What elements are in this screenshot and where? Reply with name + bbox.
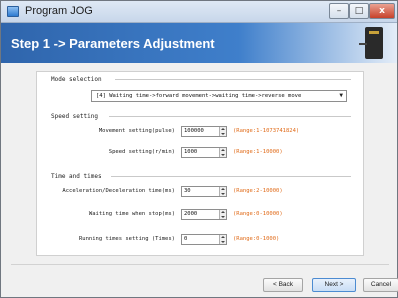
app-icon [7, 6, 19, 17]
speed-setting-row-label: Speed setting(r/min) [108, 149, 175, 155]
step-title: Step 1 -> Parameters Adjustment [11, 36, 215, 51]
parameters-panel: Mode selection [4] Waiting time->forward… [36, 71, 364, 256]
mode-select[interactable]: [4] Waiting time->forward movement->wait… [91, 90, 347, 102]
back-button[interactable]: < Back [263, 278, 303, 292]
time-and-times-label: Time and times [51, 173, 102, 180]
section-divider [111, 176, 351, 177]
speed-setting-label: Speed setting [51, 113, 98, 120]
spin-arrows-icon[interactable] [219, 148, 226, 157]
movement-setting-label: Movement setting(pulse) [98, 128, 175, 134]
movement-setting-range: (Range:1-1073741824) [233, 128, 300, 134]
spin-arrows-icon[interactable] [219, 235, 226, 244]
speed-setting-value: 1000 [184, 149, 198, 155]
waiting-time-range: (Range:0-10000) [233, 211, 283, 217]
section-divider [115, 79, 351, 80]
spin-arrows-icon[interactable] [219, 210, 226, 219]
step-banner: Step 1 -> Parameters Adjustment [1, 23, 397, 63]
servo-drive-icon [359, 25, 387, 61]
speed-setting-input[interactable]: 1000 [181, 147, 227, 158]
waiting-time-input[interactable]: 2000 [181, 209, 227, 220]
running-times-range: (Range:0-1000) [233, 236, 280, 242]
chevron-down-icon[interactable]: ▼ [339, 91, 343, 101]
acceleration-time-input[interactable]: 30 [181, 186, 227, 197]
acceleration-time-label: Acceleration/Deceleration time(ms) [62, 188, 175, 194]
window-title: Program JOG [25, 5, 93, 17]
program-jog-window: Program JOG – □ x Step 1 -> Parameters A… [0, 0, 398, 298]
close-button[interactable]: x [369, 3, 395, 19]
mode-selection-label: Mode selection [51, 76, 102, 83]
running-times-input[interactable]: 0 [181, 234, 227, 245]
waiting-time-label: Waiting time when stop(ms) [88, 211, 175, 217]
footer-divider [11, 264, 389, 265]
spin-arrows-icon[interactable] [219, 187, 226, 196]
maximize-button[interactable]: □ [349, 3, 369, 19]
title-bar[interactable]: Program JOG – □ x [1, 1, 397, 23]
movement-setting-value: 100000 [184, 128, 204, 134]
mode-select-value: [4] Waiting time->forward movement->wait… [96, 93, 302, 99]
running-times-label: Running times setting (Times) [78, 236, 175, 242]
section-divider [109, 116, 351, 117]
acceleration-time-value: 30 [184, 188, 191, 194]
waiting-time-value: 2000 [184, 211, 198, 217]
acceleration-time-range: (Range:2-10000) [233, 188, 283, 194]
cancel-button[interactable]: Cancel [363, 278, 398, 292]
next-button[interactable]: Next > [312, 278, 356, 292]
movement-setting-input[interactable]: 100000 [181, 126, 227, 137]
running-times-value: 0 [184, 236, 188, 242]
speed-setting-range: (Range:1-10000) [233, 149, 283, 155]
minimize-button[interactable]: – [329, 3, 349, 19]
spin-arrows-icon[interactable] [219, 127, 226, 136]
